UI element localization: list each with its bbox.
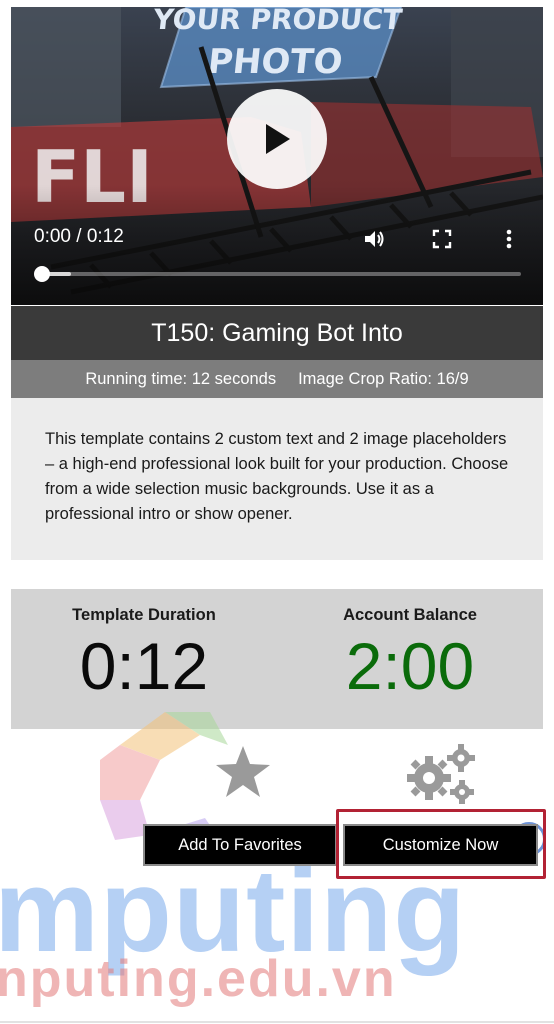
watermark-url: nputing.edu.vn [0,950,397,1008]
add-to-favorites-button[interactable]: Add To Favorites [143,824,337,866]
more-options-button[interactable] [497,227,521,251]
template-description: This template contains 2 custom text and… [11,398,543,560]
balance-label: Account Balance [343,606,477,624]
duration-label: Template Duration [72,606,216,624]
time-display: 0:00 / 0:12 [34,226,124,247]
stats-panel: Template Duration 0:12 Account Balance 2… [11,589,543,729]
highlight-box [336,809,546,879]
template-meta: Running time: 12 seconds Image Crop Rati… [11,360,543,398]
play-button[interactable] [227,89,327,189]
thumbnail-text-2: PHOTO [206,42,345,82]
star-icon [216,746,270,797]
seek-bar[interactable] [41,272,521,276]
crop-ratio: Image Crop Ratio: 16/9 [298,369,469,388]
template-title: T150: Gaming Bot Into [11,306,543,360]
balance-value: 2:00 [345,629,475,703]
gear-icon [407,744,475,804]
running-time: Running time: 12 seconds [85,369,277,388]
duration-value: 0:12 [79,629,209,703]
more-vert-icon [506,229,512,249]
seek-thumb[interactable] [34,266,50,282]
fullscreen-button[interactable] [430,227,454,251]
volume-icon [365,231,384,247]
balance-stat: Account Balance 2:00 [277,589,543,699]
play-icon [266,124,290,154]
description-text: This template contains 2 custom text and… [45,430,509,523]
video-player[interactable]: YOUR PRODUCT PHOTO FLI 0:00 / 0:12 [11,7,543,305]
volume-button[interactable] [362,227,386,251]
thumbnail-text-1: YOUR PRODUCT [151,7,404,36]
fullscreen-icon [432,229,452,249]
duration-stat: Template Duration 0:12 [11,589,277,699]
divider [0,1021,554,1023]
